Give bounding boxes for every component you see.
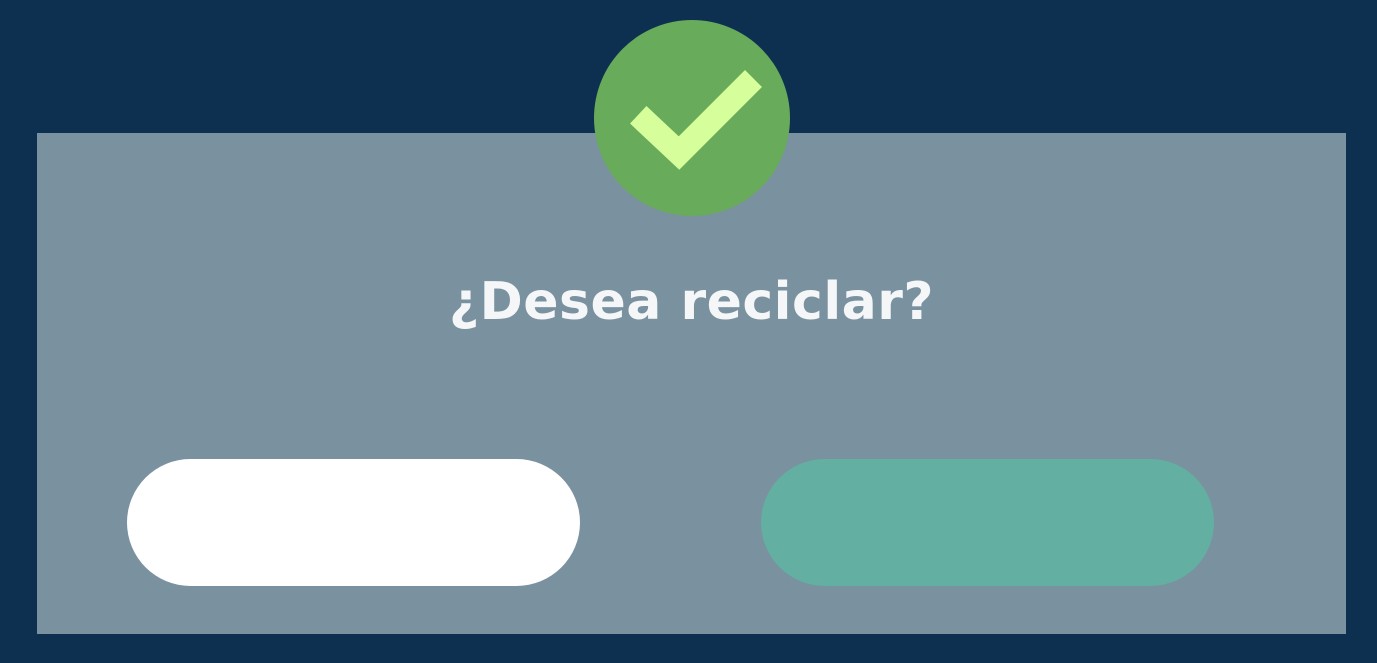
checkmark-icon [630, 70, 762, 170]
confirm-button[interactable] [761, 459, 1214, 586]
cancel-button[interactable] [127, 459, 580, 586]
recycle-confirm-screen: { "dialog": { "title": "¿Desea reciclar?… [0, 0, 1377, 663]
success-badge [594, 20, 790, 216]
dialog-title: ¿Desea reciclar? [448, 272, 935, 332]
